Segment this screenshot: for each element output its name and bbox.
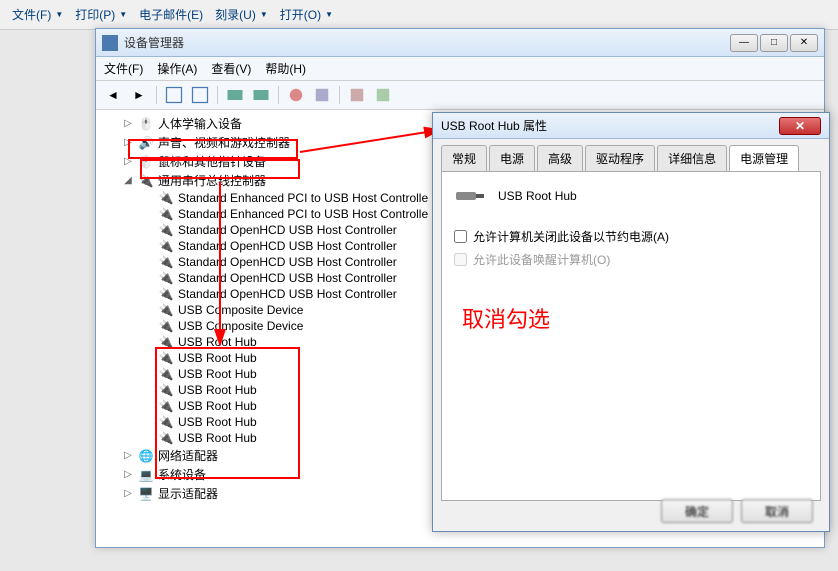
usb-device-icon: 🔌 xyxy=(158,223,174,237)
menu-file[interactable]: 文件(F) ▼ xyxy=(8,4,67,25)
usb-device-icon: 🔌 xyxy=(158,207,174,221)
annotation-cancel-check: 取消勾选 xyxy=(462,302,550,334)
tool-btn-5[interactable] xyxy=(285,84,307,106)
tool-btn-6[interactable] xyxy=(311,84,333,106)
checkbox-allow-off-input[interactable] xyxy=(454,230,467,243)
usb-device-icon: 🔌 xyxy=(158,431,174,445)
ok-button[interactable]: 确定 xyxy=(661,499,733,523)
menu-email[interactable]: 电子邮件(E) xyxy=(135,4,207,25)
tab-power-management[interactable]: 电源管理 xyxy=(729,145,799,171)
tab-driver[interactable]: 驱动程序 xyxy=(585,145,655,171)
devmgr-menubar: 文件(F) 操作(A) 查看(V) 帮助(H) xyxy=(96,57,824,81)
checkbox-allow-off[interactable]: 允许计算机关闭此设备以节约电源(A) xyxy=(454,228,808,245)
tab-power[interactable]: 电源 xyxy=(489,145,535,171)
menu-view[interactable]: 查看(V) xyxy=(211,60,251,77)
tool-btn-7[interactable] xyxy=(346,84,368,106)
cancel-button[interactable]: 取消 xyxy=(741,499,813,523)
tool-btn-8[interactable] xyxy=(372,84,394,106)
tool-btn-1[interactable] xyxy=(163,84,185,106)
tool-btn-2[interactable] xyxy=(189,84,211,106)
usb-device-icon: 🔌 xyxy=(158,239,174,253)
tab-advanced[interactable]: 高级 xyxy=(537,145,583,171)
back-button[interactable]: ◄ xyxy=(102,84,124,106)
checkbox-allow-wake: 允许此设备唤醒计算机(O) xyxy=(454,251,808,268)
checkbox-allow-wake-label: 允许此设备唤醒计算机(O) xyxy=(473,251,610,268)
maximize-button[interactable]: □ xyxy=(760,34,788,52)
usb-device-icon: 🔌 xyxy=(158,303,174,317)
props-titlebar: USB Root Hub 属性 ✕ xyxy=(433,113,829,139)
props-title: USB Root Hub 属性 xyxy=(441,117,779,134)
devmgr-title: 设备管理器 xyxy=(124,34,730,51)
usb-device-icon: 🔌 xyxy=(158,351,174,365)
devmgr-toolbar: ◄ ► xyxy=(96,81,824,110)
properties-dialog: USB Root Hub 属性 ✕ 常规 电源 高级 驱动程序 详细信息 电源管… xyxy=(432,112,830,532)
menu-print[interactable]: 打印(P) ▼ xyxy=(71,4,131,25)
forward-button[interactable]: ► xyxy=(128,84,150,106)
tab-general[interactable]: 常规 xyxy=(441,145,487,171)
tab-details[interactable]: 详细信息 xyxy=(657,145,727,171)
usb-device-icon: 🔌 xyxy=(158,191,174,205)
usb-icon: 🔌 xyxy=(138,174,154,188)
usb-device-icon: 🔌 xyxy=(158,271,174,285)
close-button[interactable]: ✕ xyxy=(790,34,818,52)
checkbox-allow-off-label: 允许计算机关闭此设备以节约电源(A) xyxy=(473,228,669,245)
devmgr-titlebar: 设备管理器 — □ ✕ xyxy=(96,29,824,57)
checkbox-allow-wake-input xyxy=(454,253,467,266)
props-body: USB Root Hub 允许计算机关闭此设备以节约电源(A) 允许此设备唤醒计… xyxy=(441,171,821,501)
minimize-button[interactable]: — xyxy=(730,34,758,52)
tool-btn-3[interactable] xyxy=(224,84,246,106)
props-close-button[interactable]: ✕ xyxy=(779,117,821,135)
usb-device-icon: 🔌 xyxy=(158,415,174,429)
menu-burn[interactable]: 刻录(U) ▼ xyxy=(211,4,272,25)
usb-device-icon: 🔌 xyxy=(158,255,174,269)
usb-device-icon: 🔌 xyxy=(158,319,174,333)
usb-device-icon: 🔌 xyxy=(158,383,174,397)
devmgr-icon xyxy=(102,35,118,51)
menu-file-inner[interactable]: 文件(F) xyxy=(104,60,143,77)
usb-device-icon: 🔌 xyxy=(158,287,174,301)
props-tabs: 常规 电源 高级 驱动程序 详细信息 电源管理 xyxy=(433,139,829,171)
usb-device-icon: 🔌 xyxy=(158,399,174,413)
usb-device-icon: 🔌 xyxy=(158,335,174,349)
device-name-label: USB Root Hub xyxy=(498,189,577,203)
menu-action[interactable]: 操作(A) xyxy=(157,60,197,77)
menu-open[interactable]: 打开(O) ▼ xyxy=(276,4,337,25)
usb-plug-icon xyxy=(454,184,486,208)
outer-toolbar: 文件(F) ▼ 打印(P) ▼ 电子邮件(E) 刻录(U) ▼ 打开(O) ▼ xyxy=(0,0,838,30)
tool-btn-4[interactable] xyxy=(250,84,272,106)
menu-help[interactable]: 帮助(H) xyxy=(265,60,306,77)
usb-device-icon: 🔌 xyxy=(158,367,174,381)
